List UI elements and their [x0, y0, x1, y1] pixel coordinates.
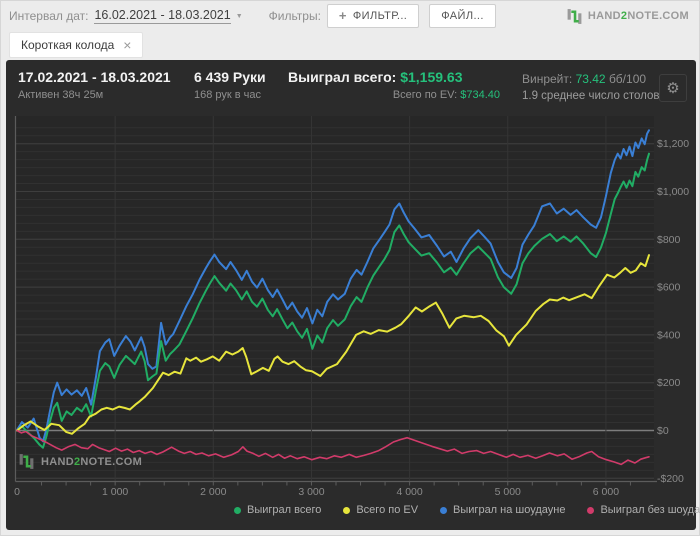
- x-tick-label: 1 000: [102, 486, 128, 498]
- watermark-text: HAND2NOTE.COM: [41, 455, 143, 468]
- winnings-chart: 0 1 000 2 000 3 000 4 000 5 000 6 000 -$200 $0 $2…: [14, 116, 689, 498]
- hand2note-logo: HAND2NOTE.COM: [566, 8, 689, 25]
- y-tick-label: $0: [657, 425, 669, 437]
- legend-label: Выиграл на шоудауне: [453, 504, 566, 516]
- chart-watermark: HAND2NOTE.COM: [18, 453, 142, 470]
- close-icon[interactable]: ×: [123, 38, 131, 52]
- stat-avg-tables: 1.9 среднее число столов: [522, 90, 660, 102]
- x-tick-label: 2 000: [200, 486, 226, 498]
- file-button-label: ФАЙЛ...: [441, 10, 484, 22]
- stat-hands-value: 6 439 Руки: [194, 69, 266, 85]
- hand2note-logo-icon: [567, 8, 582, 24]
- legend-item-2[interactable]: Выиграл на шоудауне: [440, 504, 565, 516]
- stat-date-range-value: 17.02.2021 - 18.03.2021: [18, 69, 171, 85]
- legend-item-3[interactable]: Выиграл без шоудауна: [587, 504, 700, 516]
- filters-label: Фильтры:: [268, 9, 321, 23]
- gear-icon: ⚙: [666, 80, 680, 97]
- legend-item-1[interactable]: Всего по EV: [343, 504, 418, 516]
- stat-winnings: Выиграл всего: $1,159.63 Всего по EV: $7…: [288, 69, 500, 101]
- x-tick-label: 3 000: [298, 486, 324, 498]
- filter-chip-label: Короткая колода: [21, 38, 115, 52]
- y-tick-label: $800: [657, 234, 681, 246]
- y-tick-label: $1,200: [657, 138, 689, 150]
- y-tick-label: $600: [657, 282, 681, 294]
- y-tick-label: -$200: [657, 473, 684, 485]
- stat-hands-per-hour: 168 рук в час: [194, 89, 262, 101]
- interval-label: Интервал дат:: [9, 9, 89, 23]
- chevron-down-icon: ▼: [235, 12, 243, 20]
- logo-text: HAND2NOTE.COM: [587, 10, 689, 22]
- file-button[interactable]: ФАЙЛ...: [429, 4, 496, 28]
- stat-winrate-value: 73.42: [575, 72, 606, 86]
- stat-winrate: Винрейт: 73.42 бб/100 1.9 среднее число …: [522, 72, 660, 102]
- plot-background: [15, 116, 654, 482]
- chart-legend: Выиграл всего Всего по EV Выиграл на шоуда…: [234, 504, 700, 516]
- x-tick-label: 6 000: [593, 486, 619, 498]
- stat-active-time: Активен 38ч 25м: [18, 89, 104, 101]
- x-tick-label: 5 000: [495, 486, 521, 498]
- stat-date-range: 17.02.2021 - 18.03.2021 Активен 38ч 25м: [18, 69, 171, 101]
- date-range-selector[interactable]: 16.02.2021 - 18.03.2021 ▼: [94, 8, 243, 24]
- plus-icon: +: [338, 8, 347, 23]
- app-window: Интервал дат: 16.02.2021 - 18.03.2021 ▼ …: [0, 0, 700, 536]
- watermark-logo-icon: [19, 454, 34, 469]
- x-tick-label: 4 000: [396, 486, 422, 498]
- legend-item-0[interactable]: Выиграл всего: [234, 504, 321, 516]
- stat-won-total-value: $1,159.63: [400, 69, 463, 85]
- add-filter-label: ФИЛЬТР...: [352, 10, 408, 22]
- legend-dot-icon: [440, 506, 448, 514]
- stat-winrate-line: Винрейт: 73.42 бб/100: [522, 72, 647, 86]
- stat-ev-total: Всего по EV: $734.40: [392, 89, 500, 101]
- stat-hands: 6 439 Руки 168 рук в час: [194, 69, 266, 101]
- legend-dot-icon: [234, 506, 241, 514]
- legend-label: Выиграл без шоудауна: [600, 504, 700, 516]
- legend-dot-icon: [587, 506, 595, 514]
- stat-ev-total-value: $734.40: [460, 89, 500, 101]
- y-tick-label: $200: [657, 377, 681, 389]
- stat-won-total: Выиграл всего: $1,159.63: [288, 69, 463, 85]
- y-tick-label: $1,000: [657, 186, 689, 198]
- filter-chip-short-deck[interactable]: Короткая колода ×: [9, 32, 144, 58]
- legend-label: Выиграл всего: [247, 504, 322, 516]
- add-filter-button[interactable]: + ФИЛЬТР...: [326, 4, 420, 28]
- y-tick-label: $400: [657, 329, 681, 341]
- legend-dot-icon: [343, 506, 351, 514]
- toolbar: Интервал дат: 16.02.2021 - 18.03.2021 ▼ …: [1, 1, 699, 31]
- report-panel: 17.02.2021 - 18.03.2021 Активен 38ч 25м …: [6, 60, 700, 530]
- date-range-value[interactable]: 16.02.2021 - 18.03.2021: [94, 8, 231, 24]
- x-tick-label: 0: [14, 486, 20, 498]
- filter-chip-row: Короткая колода ×: [9, 32, 144, 58]
- settings-button[interactable]: ⚙: [659, 74, 687, 102]
- legend-label: Всего по EV: [356, 504, 419, 516]
